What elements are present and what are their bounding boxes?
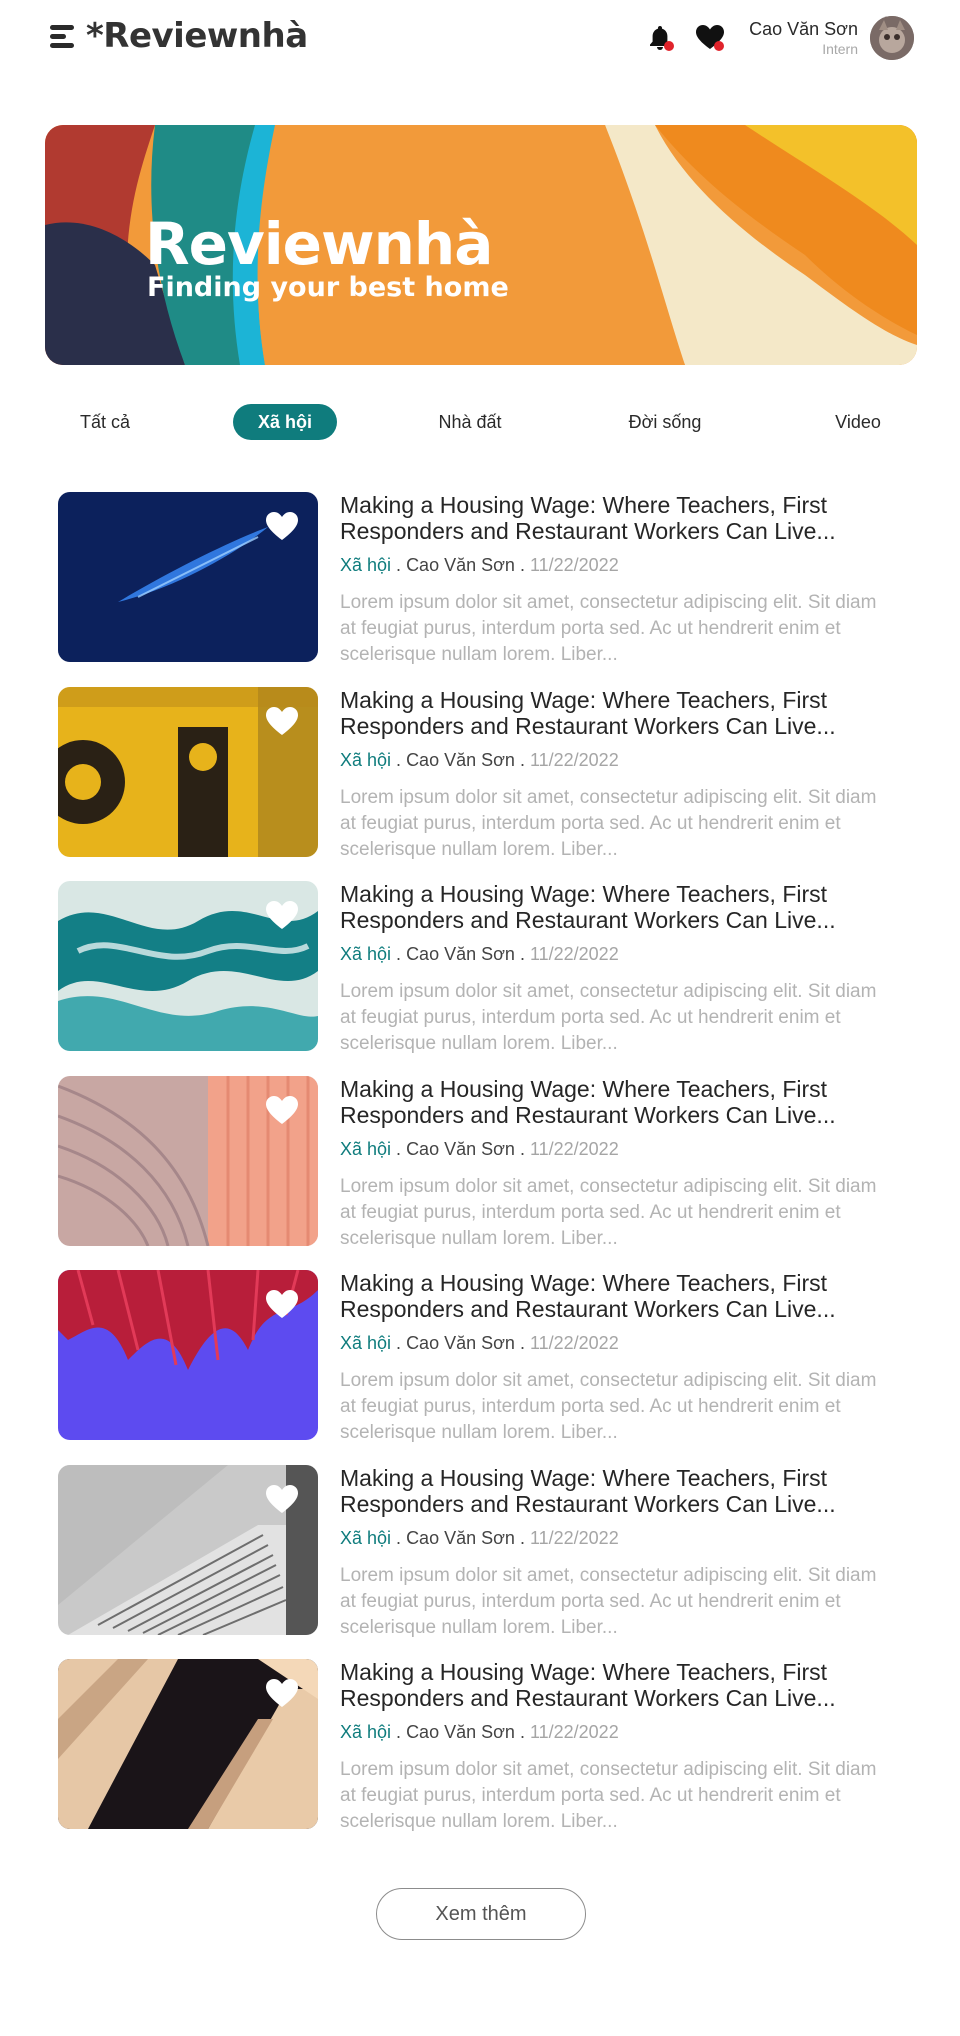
post-info: Making a Housing Wage: Where Teachers, F…	[340, 881, 888, 1057]
load-more-button[interactable]: Xem thêm	[376, 1888, 586, 1940]
post-date: 11/22/2022	[529, 555, 619, 575]
hero-banner: Reviewnhà Finding your best home	[45, 125, 917, 365]
post-category[interactable]: Xã hội	[340, 750, 391, 770]
post-category[interactable]: Xã hội	[340, 1722, 391, 1742]
header: *Reviewnhà Cao Văn Sơn Intern	[0, 0, 960, 90]
post-author: Cao Văn Sơn	[406, 555, 515, 575]
post-meta: Xã hội . Cao Văn Sơn . 11/22/2022	[340, 749, 619, 770]
heart-icon[interactable]	[264, 1483, 300, 1515]
post-author: Cao Văn Sơn	[406, 1722, 515, 1742]
post-thumbnail[interactable]	[58, 686, 318, 857]
post-thumbnail[interactable]	[58, 1659, 318, 1829]
post-thumbnail[interactable]	[58, 492, 318, 662]
list-item[interactable]: Making a Housing Wage: Where Teachers, F…	[58, 492, 888, 687]
post-date: 11/22/2022	[529, 1722, 619, 1742]
post-thumbnail[interactable]	[58, 1270, 318, 1440]
tab-nha-dat[interactable]: Nhà đất	[425, 404, 515, 440]
heart-icon[interactable]	[264, 1677, 300, 1709]
tab-video[interactable]: Video	[823, 404, 893, 440]
post-thumbnail[interactable]	[58, 1464, 318, 1635]
post-info: Making a Housing Wage: Where Teachers, F…	[340, 1659, 888, 1835]
post-info: Making a Housing Wage: Where Teachers, F…	[340, 687, 888, 863]
post-meta: Xã hội . Cao Văn Sơn . 11/22/2022	[340, 1138, 619, 1159]
post-list: Making a Housing Wage: Where Teachers, F…	[58, 492, 888, 1854]
post-title[interactable]: Making a Housing Wage: Where Teachers, F…	[340, 492, 888, 544]
post-category[interactable]: Xã hội	[340, 1528, 391, 1548]
post-date: 11/22/2022	[529, 1138, 619, 1159]
post-info: Making a Housing Wage: Where Teachers, F…	[340, 1076, 888, 1252]
list-item[interactable]: Making a Housing Wage: Where Teachers, F…	[58, 1464, 888, 1660]
post-excerpt: Lorem ipsum dolor sit amet, consectetur …	[340, 1759, 877, 1832]
post-title[interactable]: Making a Housing Wage: Where Teachers, F…	[340, 687, 888, 739]
tab-tat-ca[interactable]: Tất cả	[65, 404, 145, 440]
post-meta: Xã hội . Cao Văn Sơn . 11/22/2022	[340, 944, 619, 964]
logo[interactable]: *Reviewnhà	[50, 14, 308, 58]
category-tabs: Tất cả Xã hội Nhà đất Đời sống Video	[45, 400, 917, 444]
post-category[interactable]: Xã hội	[340, 555, 391, 575]
post-title[interactable]: Making a Housing Wage: Where Teachers, F…	[340, 1659, 888, 1711]
post-excerpt: Lorem ipsum dolor sit amet, consectetur …	[340, 1370, 877, 1443]
post-date: 11/22/2022	[529, 1333, 619, 1353]
post-title[interactable]: Making a Housing Wage: Where Teachers, F…	[340, 1465, 888, 1517]
post-category[interactable]: Xã hội	[340, 944, 391, 964]
logo-text: *Reviewnhà	[86, 16, 308, 56]
banner-subtitle: Finding your best home	[147, 272, 509, 303]
list-item[interactable]: Making a Housing Wage: Where Teachers, F…	[58, 1075, 888, 1271]
heart-icon[interactable]	[264, 1288, 300, 1320]
post-thumbnail[interactable]	[58, 1075, 318, 1246]
banner-title: Reviewnhà	[145, 210, 493, 278]
user-name: Cao Văn Sơn	[749, 19, 858, 39]
heart-icon[interactable]	[264, 705, 300, 737]
notifications-button[interactable]	[643, 21, 677, 55]
post-author: Cao Văn Sơn	[406, 749, 515, 770]
post-author: Cao Văn Sơn	[406, 1138, 515, 1159]
list-item[interactable]: Making a Housing Wage: Where Teachers, F…	[58, 1659, 888, 1854]
post-info: Making a Housing Wage: Where Teachers, F…	[340, 1270, 888, 1446]
header-actions: Cao Văn Sơn Intern	[627, 16, 914, 60]
favorites-button[interactable]	[693, 21, 727, 55]
post-author: Cao Văn Sơn	[406, 944, 515, 964]
post-meta: Xã hội . Cao Văn Sơn . 11/22/2022	[340, 555, 619, 575]
heart-icon[interactable]	[264, 1094, 300, 1126]
tab-doi-song[interactable]: Đời sống	[615, 404, 715, 440]
post-author: Cao Văn Sơn	[406, 1333, 515, 1353]
avatar[interactable]	[870, 16, 914, 60]
post-meta: Xã hội . Cao Văn Sơn . 11/22/2022	[340, 1333, 619, 1353]
heart-icon[interactable]	[264, 899, 300, 931]
post-excerpt: Lorem ipsum dolor sit amet, consectetur …	[340, 1564, 877, 1638]
list-item[interactable]: Making a Housing Wage: Where Teachers, F…	[58, 881, 888, 1076]
post-date: 11/22/2022	[529, 1527, 619, 1548]
heart-icon[interactable]	[264, 510, 300, 542]
post-info: Making a Housing Wage: Where Teachers, F…	[340, 1465, 888, 1641]
post-excerpt: Lorem ipsum dolor sit amet, consectetur …	[340, 1175, 877, 1249]
post-author: Cao Văn Sơn	[406, 1527, 515, 1548]
post-thumbnail[interactable]	[58, 881, 318, 1051]
post-category[interactable]: Xã hội	[340, 1333, 391, 1353]
post-category[interactable]: Xã hội	[340, 1139, 391, 1159]
post-info: Making a Housing Wage: Where Teachers, F…	[340, 492, 888, 668]
post-title[interactable]: Making a Housing Wage: Where Teachers, F…	[340, 1270, 888, 1322]
post-title[interactable]: Making a Housing Wage: Where Teachers, F…	[340, 1076, 888, 1128]
list-item[interactable]: Making a Housing Wage: Where Teachers, F…	[58, 1270, 888, 1465]
post-title[interactable]: Making a Housing Wage: Where Teachers, F…	[340, 881, 888, 933]
user-role: Intern	[822, 41, 858, 57]
post-date: 11/22/2022	[529, 944, 619, 964]
tab-xa-hoi[interactable]: Xã hội	[233, 404, 337, 440]
post-meta: Xã hội . Cao Văn Sơn . 11/22/2022	[340, 1527, 619, 1548]
menu-icon[interactable]	[50, 24, 78, 48]
post-meta: Xã hội . Cao Văn Sơn . 11/22/2022	[340, 1722, 619, 1742]
list-item[interactable]: Making a Housing Wage: Where Teachers, F…	[58, 686, 888, 882]
post-date: 11/22/2022	[529, 749, 619, 770]
post-excerpt: Lorem ipsum dolor sit amet, consectetur …	[340, 786, 877, 860]
post-excerpt: Lorem ipsum dolor sit amet, consectetur …	[340, 981, 877, 1054]
post-excerpt: Lorem ipsum dolor sit amet, consectetur …	[340, 592, 877, 665]
user-info[interactable]: Cao Văn Sơn Intern	[749, 18, 858, 58]
